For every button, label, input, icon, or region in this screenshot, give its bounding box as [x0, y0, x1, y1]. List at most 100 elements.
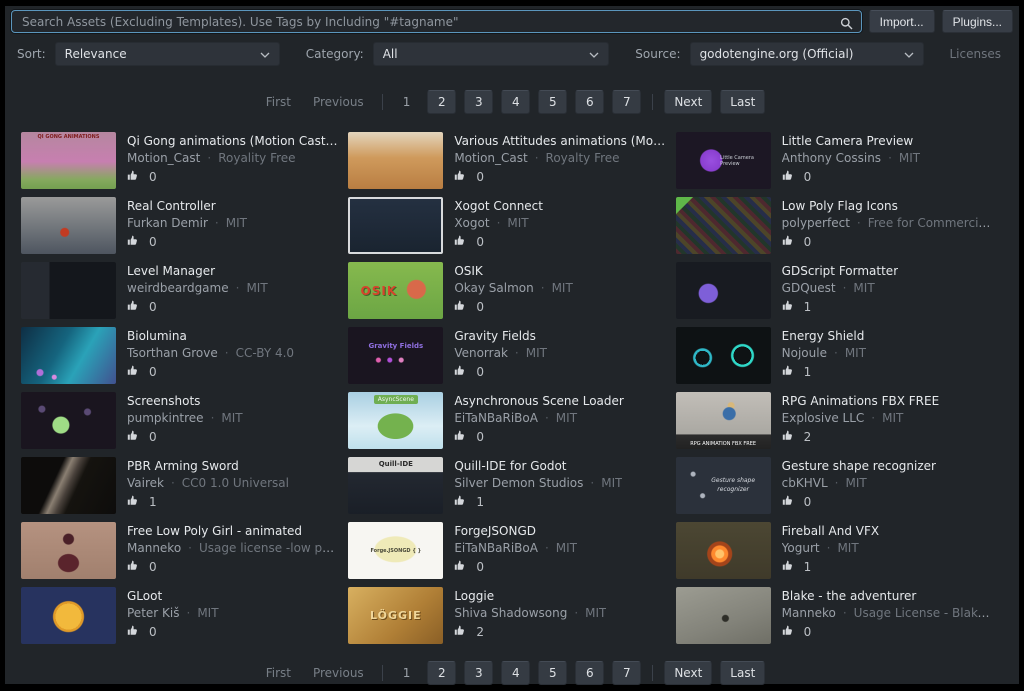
page-button-7[interactable]: 7: [612, 661, 641, 685]
page-button-4[interactable]: 4: [501, 90, 530, 114]
asset-title[interactable]: Xogot Connect: [454, 199, 543, 213]
asset-title[interactable]: Loggie: [454, 589, 606, 603]
asset-thumbnail[interactable]: Gravity Fields: [348, 327, 443, 384]
import-button[interactable]: Import...: [869, 10, 935, 33]
asset-title[interactable]: Screenshots: [127, 394, 243, 408]
asset-title[interactable]: Fireball And VFX: [782, 524, 879, 538]
asset-author: Nojoule: [782, 346, 827, 360]
asset-card: RPG ANIMATION FBX FREE RPG Animations FBX…: [676, 392, 1003, 449]
asset-byline: GDQuestMIT: [782, 281, 898, 295]
asset-byline: XogotMIT: [454, 216, 543, 230]
sort-dropdown[interactable]: Relevance: [55, 42, 280, 66]
likes-count: 0: [476, 560, 484, 574]
likes-count: 0: [804, 170, 812, 184]
asset-byline: MannekoUsage license -low poly ...: [127, 541, 340, 555]
page-button-2[interactable]: 2: [427, 90, 456, 114]
asset-title[interactable]: RPG Animations FBX FREE: [782, 394, 940, 408]
asset-title[interactable]: Blake - the adventurer: [782, 589, 995, 603]
sort-value: Relevance: [65, 47, 127, 61]
asset-title[interactable]: Energy Shield: [782, 329, 866, 343]
source-label: Source:: [635, 47, 680, 61]
search-field[interactable]: [11, 10, 862, 33]
asset-thumbnail[interactable]: QI GONG ANIMATIONS: [21, 132, 116, 189]
licenses-button[interactable]: Licenses: [950, 47, 1002, 61]
asset-thumbnail[interactable]: [348, 197, 443, 254]
asset-likes: 0: [127, 364, 294, 379]
page-button-5[interactable]: 5: [538, 661, 567, 685]
source-dropdown[interactable]: godotengine.org (Official): [690, 42, 924, 66]
next-page-button[interactable]: Next: [664, 90, 712, 114]
next-page-button[interactable]: Next: [664, 661, 712, 685]
asset-byline: NojouleMIT: [782, 346, 866, 360]
asset-title[interactable]: Low Poly Flag Icons: [782, 199, 995, 213]
page-button-3[interactable]: 3: [464, 661, 493, 685]
asset-title[interactable]: Various Attitudes animations (Motion Cas…: [454, 134, 667, 148]
thumbs-up-icon: [782, 299, 794, 314]
asset-meta: GDScript FormatterGDQuestMIT1: [782, 262, 906, 319]
page-button-5[interactable]: 5: [538, 90, 567, 114]
asset-title[interactable]: Quill-IDE for Godot: [454, 459, 622, 473]
asset-title[interactable]: Asynchronous Scene Loader: [454, 394, 624, 408]
likes-count: 0: [476, 170, 484, 184]
asset-thumbnail[interactable]: [21, 457, 116, 514]
asset-likes: 0: [127, 234, 247, 249]
asset-title[interactable]: Little Camera Preview: [782, 134, 920, 148]
page-button-7[interactable]: 7: [612, 90, 641, 114]
asset-thumbnail[interactable]: [676, 587, 771, 644]
asset-title[interactable]: ForgeJSONGD: [454, 524, 577, 538]
asset-thumbnail[interactable]: [676, 327, 771, 384]
asset-title[interactable]: Gesture shape recognizer: [782, 459, 936, 473]
asset-thumbnail[interactable]: AsyncScene: [348, 392, 443, 449]
asset-byline: cbKHVLMIT: [782, 476, 936, 490]
asset-thumbnail[interactable]: Little Camera Preview: [676, 132, 771, 189]
likes-count: 0: [804, 235, 812, 249]
asset-title[interactable]: Level Manager: [127, 264, 268, 278]
asset-likes: 2: [782, 429, 940, 444]
asset-card: Forge.JSONGD { }ForgeJSONGDEiTaNBaRiBoAM…: [348, 522, 675, 579]
category-dropdown[interactable]: All: [373, 42, 610, 66]
asset-title[interactable]: Free Low Poly Girl - animated: [127, 524, 340, 538]
asset-title[interactable]: Gravity Fields: [454, 329, 547, 343]
asset-thumbnail[interactable]: [348, 132, 443, 189]
asset-title[interactable]: Real Controller: [127, 199, 247, 213]
asset-title[interactable]: GLoot: [127, 589, 219, 603]
asset-card: BioluminaTsorthan GroveCC-BY 4.00: [21, 327, 348, 384]
asset-author: Xogot: [454, 216, 489, 230]
asset-card: Quill-IDEQuill-IDE for GodotSilver Demon…: [348, 457, 675, 514]
asset-thumbnail[interactable]: [21, 262, 116, 319]
asset-thumbnail[interactable]: [21, 197, 116, 254]
asset-thumbnail[interactable]: [21, 327, 116, 384]
asset-thumbnail[interactable]: [676, 197, 771, 254]
asset-thumbnail[interactable]: [676, 262, 771, 319]
page-button-2[interactable]: 2: [427, 661, 456, 685]
asset-title[interactable]: Qi Gong animations (Motion Cast - FREE02…: [127, 134, 340, 148]
asset-meta: BioluminaTsorthan GroveCC-BY 4.00: [127, 327, 302, 384]
asset-thumbnail[interactable]: LÖGGIE: [348, 587, 443, 644]
asset-thumbnail[interactable]: OSIK: [348, 262, 443, 319]
asset-thumbnail[interactable]: Quill-IDE: [348, 457, 443, 514]
asset-thumbnail[interactable]: [676, 522, 771, 579]
asset-thumbnail[interactable]: [21, 522, 116, 579]
page-button-6[interactable]: 6: [575, 90, 604, 114]
asset-thumbnail[interactable]: Gesture shape recognizer: [676, 457, 771, 514]
last-page-button[interactable]: Last: [720, 661, 765, 685]
page-button-6[interactable]: 6: [575, 661, 604, 685]
asset-license: MIT: [204, 411, 243, 425]
plugins-button[interactable]: Plugins...: [942, 10, 1013, 33]
asset-author: cbKHVL: [782, 476, 828, 490]
page-button-4[interactable]: 4: [501, 661, 530, 685]
asset-thumbnail[interactable]: RPG ANIMATION FBX FREE: [676, 392, 771, 449]
asset-title[interactable]: Biolumina: [127, 329, 294, 343]
page-button-3[interactable]: 3: [464, 90, 493, 114]
asset-title[interactable]: OSIK: [454, 264, 572, 278]
search-input[interactable]: [20, 14, 833, 30]
asset-title[interactable]: PBR Arming Sword: [127, 459, 289, 473]
asset-thumbnail[interactable]: [21, 587, 116, 644]
asset-license: MIT: [828, 476, 867, 490]
asset-thumbnail[interactable]: [21, 392, 116, 449]
last-page-button[interactable]: Last: [720, 90, 765, 114]
asset-title[interactable]: GDScript Formatter: [782, 264, 898, 278]
asset-thumbnail[interactable]: Forge.JSONGD { }: [348, 522, 443, 579]
asset-card: AsyncSceneAsynchronous Scene LoaderEiTaN…: [348, 392, 675, 449]
asset-license: CC-BY 4.0: [218, 346, 294, 360]
